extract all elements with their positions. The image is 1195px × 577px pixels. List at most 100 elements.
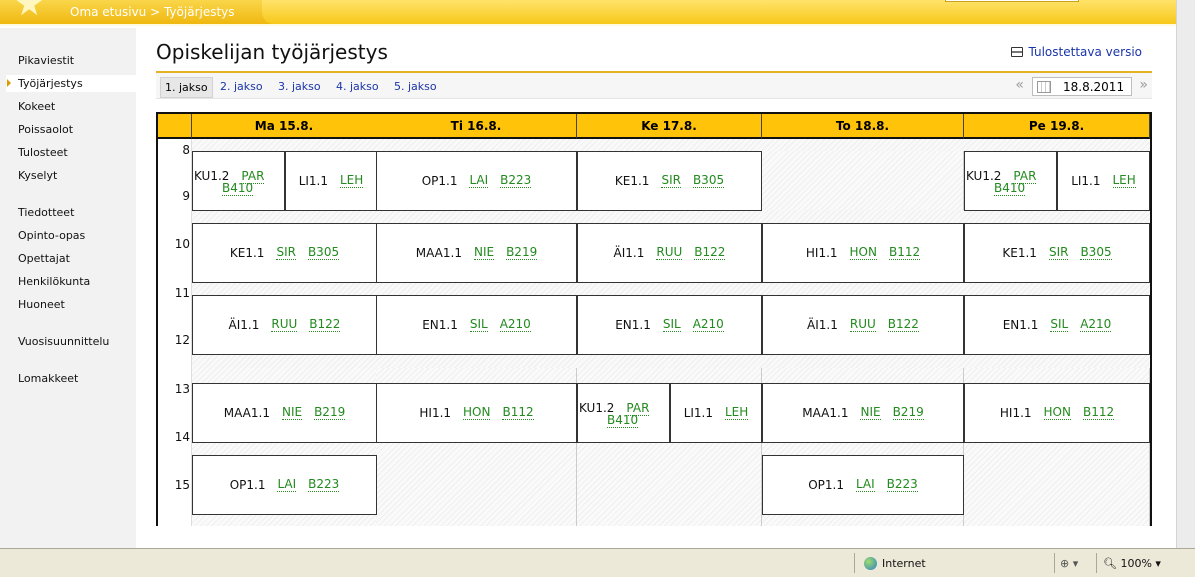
- breadcrumb[interactable]: Oma etusivu > Työjärjestys: [70, 5, 235, 19]
- tab-period-1[interactable]: 1. jakso: [160, 77, 213, 98]
- tab-period-2[interactable]: 2. jakso: [220, 80, 263, 93]
- teacher-link[interactable]: SIR: [276, 246, 296, 260]
- room-link[interactable]: B219: [506, 246, 538, 260]
- room-link[interactable]: B219: [892, 406, 924, 420]
- sidebar-item-poissaolot[interactable]: Poissaolot: [18, 123, 73, 136]
- lesson-cell[interactable]: EN1.1 SIL A210: [964, 295, 1150, 355]
- teacher-link[interactable]: LEH: [340, 174, 364, 188]
- lesson-cell[interactable]: MAA1.1 NIE B219: [192, 383, 377, 443]
- day-header: Pe 19.8.: [964, 114, 1150, 139]
- zoom-level[interactable]: 100%: [1120, 557, 1151, 570]
- search-input[interactable]: [945, 0, 1079, 2]
- teacher-link[interactable]: SIR: [661, 174, 681, 188]
- sidebar-item-kokeet[interactable]: Kokeet: [18, 100, 55, 113]
- lesson-cell[interactable]: KU1.2 PAR B410: [964, 151, 1057, 211]
- room-link[interactable]: B122: [694, 246, 726, 260]
- lesson-cell[interactable]: OP1.1 LAI B223: [192, 455, 377, 515]
- lesson-cell[interactable]: OP1.1 LAI B223: [762, 455, 964, 515]
- sidebar-item-vuosisuunnittelu[interactable]: Vuosisuunnittelu: [18, 335, 109, 348]
- lesson-cell[interactable]: KU1.2 PAR B410: [192, 151, 285, 211]
- room-link[interactable]: B112: [502, 406, 534, 420]
- sidebar-item-työjärjestys[interactable]: Työjärjestys: [6, 75, 136, 92]
- lesson-cell[interactable]: LI1.1 LEH: [670, 383, 762, 443]
- room-link[interactable]: B305: [307, 246, 340, 260]
- sidebar-item-henkilökunta[interactable]: Henkilökunta: [18, 275, 90, 288]
- calendar-icon[interactable]: [1037, 81, 1051, 93]
- lock-icon[interactable]: ⊕ ▾: [1060, 557, 1078, 570]
- teacher-link[interactable]: LAI: [277, 478, 297, 492]
- lesson-cell[interactable]: KE1.1 SIR B305: [192, 223, 377, 283]
- lesson-cell[interactable]: MAA1.1 NIE B219: [762, 383, 964, 443]
- lesson-cell[interactable]: KE1.1 SIR B305: [964, 223, 1150, 283]
- room-link[interactable]: B223: [500, 174, 532, 188]
- lesson-cell[interactable]: OP1.1 LAI B223: [376, 151, 577, 211]
- room-link[interactable]: B219: [314, 406, 346, 420]
- sidebar-item-opinto-opas[interactable]: Opinto-opas: [18, 229, 85, 242]
- lesson-cell[interactable]: LI1.1 LEH: [285, 151, 377, 211]
- sidebar-item-huoneet[interactable]: Huoneet: [18, 298, 65, 311]
- course-code: HI1.1: [805, 246, 838, 260]
- room-link[interactable]: B223: [308, 478, 340, 492]
- room-link[interactable]: B122: [309, 318, 341, 332]
- vertical-scrollbar[interactable]: [1176, 0, 1195, 548]
- room-link[interactable]: A210: [1080, 318, 1112, 332]
- sidebar-item-opettajat[interactable]: Opettajat: [18, 252, 70, 265]
- room-link[interactable]: B305: [692, 174, 725, 188]
- teacher-link[interactable]: HON: [849, 246, 877, 260]
- sidebar-item-tulosteet[interactable]: Tulosteet: [18, 146, 68, 159]
- sidebar-item-kyselyt[interactable]: Kyselyt: [18, 169, 57, 182]
- prev-date-button[interactable]: «: [1015, 77, 1024, 93]
- teacher-link[interactable]: LAI: [469, 174, 489, 188]
- teacher-link[interactable]: LAI: [855, 478, 875, 492]
- teacher-link[interactable]: SIL: [662, 318, 681, 332]
- lesson-cell[interactable]: MAA1.1 NIE B219: [376, 223, 577, 283]
- room-link[interactable]: A210: [692, 318, 724, 332]
- lesson-cell[interactable]: LI1.1 LEH: [1057, 151, 1150, 211]
- sidebar-item-tiedotteet[interactable]: Tiedotteet: [18, 206, 74, 219]
- teacher-link[interactable]: SIR: [1048, 246, 1069, 260]
- lesson-cell[interactable]: KU1.2 PAR B410: [577, 383, 670, 443]
- lesson-cell[interactable]: HI1.1 HON B112: [762, 223, 964, 283]
- room-link[interactable]: A210: [499, 318, 531, 332]
- course-code: ÄI1.1: [228, 318, 260, 332]
- room-link[interactable]: B410: [994, 181, 1026, 196]
- teacher-link[interactable]: NIE: [281, 406, 303, 420]
- next-date-button[interactable]: »: [1139, 77, 1148, 93]
- sidebar-item-pikaviestit[interactable]: Pikaviestit: [18, 54, 74, 67]
- tab-period-5[interactable]: 5. jakso: [394, 80, 437, 93]
- teacher-link[interactable]: HON: [463, 406, 491, 420]
- teacher-link[interactable]: RUU: [271, 318, 298, 332]
- room-link[interactable]: B410: [607, 413, 639, 428]
- teacher-link[interactable]: NIE: [473, 246, 495, 260]
- print-version-link[interactable]: Tulostettava versio: [1011, 45, 1142, 59]
- teacher-link[interactable]: LEH: [725, 406, 749, 420]
- teacher-link[interactable]: LEH: [1112, 174, 1136, 188]
- teacher-link[interactable]: SIL: [469, 318, 488, 332]
- room-link[interactable]: B112: [888, 246, 921, 260]
- room-link[interactable]: B410: [222, 181, 254, 196]
- lesson-cell[interactable]: KE1.1 SIR B305: [577, 151, 762, 211]
- lesson-cell[interactable]: HI1.1 HON B112: [376, 383, 577, 443]
- lesson-cell[interactable]: ÄI1.1 RUU B122: [577, 223, 762, 283]
- tab-period-3[interactable]: 3. jakso: [278, 80, 321, 93]
- lesson-cell[interactable]: ÄI1.1 RUU B122: [192, 295, 377, 355]
- date-field[interactable]: 18.8.2011: [1032, 77, 1132, 96]
- lesson-cell[interactable]: HI1.1 HON B112: [964, 383, 1150, 443]
- teacher-link[interactable]: NIE: [860, 406, 881, 420]
- teacher-link[interactable]: SIL: [1050, 318, 1069, 332]
- lesson-cell[interactable]: EN1.1 SIL A210: [376, 295, 577, 355]
- teacher-link[interactable]: RUU: [656, 246, 683, 260]
- teacher-link[interactable]: HON: [1043, 406, 1071, 420]
- print-version-label[interactable]: Tulostettava versio: [1028, 45, 1142, 59]
- room-link[interactable]: B112: [1082, 406, 1115, 420]
- sidebar-item-lomakkeet[interactable]: Lomakkeet: [18, 372, 78, 385]
- room-link[interactable]: B223: [886, 478, 918, 492]
- lesson-cell[interactable]: EN1.1 SIL A210: [577, 295, 762, 355]
- room-link[interactable]: B305: [1080, 246, 1112, 260]
- tab-period-4[interactable]: 4. jakso: [336, 80, 379, 93]
- course-code: LI1.1: [683, 406, 713, 420]
- room-link[interactable]: B122: [887, 318, 919, 332]
- teacher-link[interactable]: RUU: [849, 318, 876, 332]
- zoom-icon[interactable]: 🔍︎: [1103, 557, 1120, 570]
- lesson-cell[interactable]: ÄI1.1 RUU B122: [762, 295, 964, 355]
